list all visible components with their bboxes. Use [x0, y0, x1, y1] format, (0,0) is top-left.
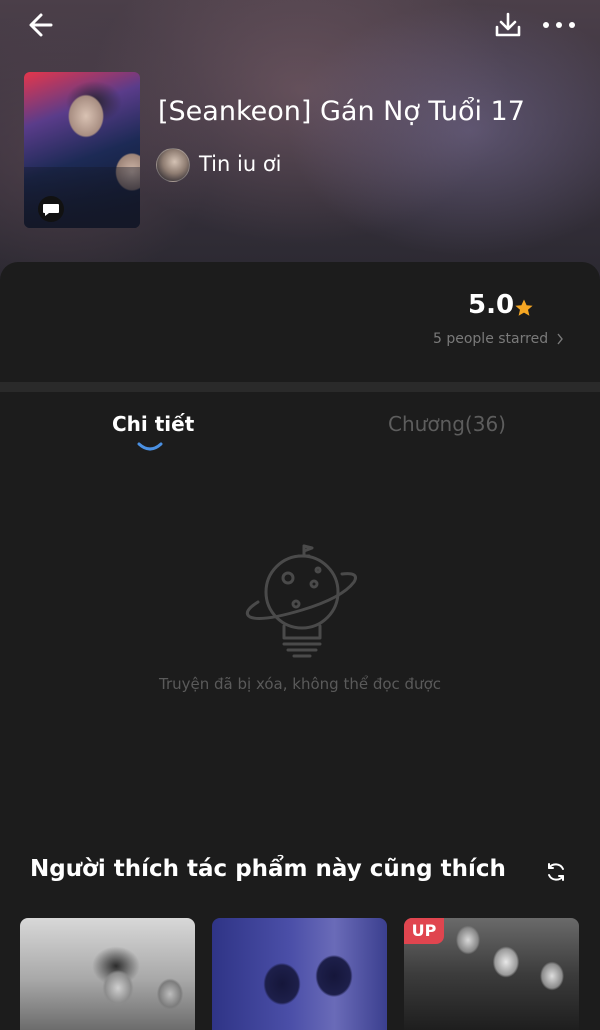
empty-state-message: Truyện đã bị xóa, không thể đọc được	[159, 675, 441, 693]
author-name[interactable]: Tin iu ơi	[199, 152, 282, 176]
cover-badge	[36, 196, 66, 222]
top-bar	[0, 0, 600, 50]
arrow-left-icon	[29, 13, 53, 37]
back-button[interactable]	[24, 8, 58, 42]
rating-value[interactable]: 5.0	[468, 290, 514, 320]
download-icon	[495, 12, 521, 37]
more-horizontal-icon	[543, 22, 575, 28]
recommendations-title: Người thích tác phẩm này cũng thích	[30, 856, 506, 882]
update-badge: UP	[404, 918, 444, 944]
chat-bubble-icon	[38, 196, 64, 222]
tab-chapters[interactable]: Chương(36)	[388, 412, 506, 436]
more-options-button[interactable]	[540, 8, 578, 42]
author-avatar[interactable]	[156, 148, 190, 182]
refresh-icon[interactable]	[544, 860, 568, 884]
story-title: [Seankeon] Gán Nợ Tuổi 17	[158, 96, 525, 127]
section-divider	[0, 382, 600, 392]
planet-lightbulb-icon	[245, 544, 357, 658]
recommendation-card[interactable]	[212, 918, 387, 1030]
rating-count[interactable]: 5 people starred	[433, 331, 548, 347]
download-button[interactable]	[492, 8, 524, 42]
chevron-right-icon	[557, 333, 563, 345]
star-icon	[515, 299, 533, 316]
tab-active-indicator	[137, 442, 163, 451]
tab-details[interactable]: Chi tiết	[112, 412, 194, 436]
recommendation-card[interactable]	[20, 918, 195, 1030]
